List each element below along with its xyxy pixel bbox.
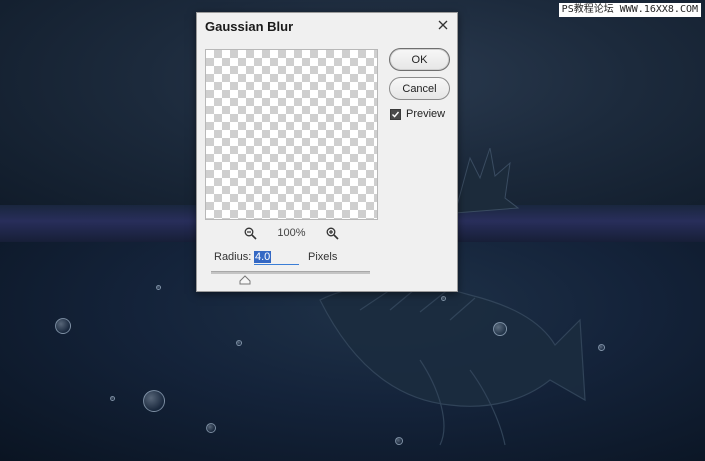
close-icon xyxy=(438,20,448,30)
bubble xyxy=(143,390,165,412)
fin-silhouette xyxy=(454,148,520,214)
radius-label: Radius: xyxy=(214,251,252,263)
slider-thumb-icon[interactable] xyxy=(239,275,251,285)
preview-checkbox[interactable]: Preview xyxy=(390,108,445,120)
bubble xyxy=(236,340,242,346)
preview-label: Preview xyxy=(406,108,446,120)
zoom-in-button[interactable] xyxy=(326,226,340,240)
blur-preview[interactable] xyxy=(205,49,378,220)
radius-value[interactable]: 4.0 xyxy=(254,250,272,263)
bubble xyxy=(55,318,71,334)
radius-field[interactable]: 4.0 xyxy=(254,250,299,265)
bubble xyxy=(156,285,161,290)
bubble xyxy=(206,423,216,433)
bubble xyxy=(493,322,507,336)
zoom-out-button[interactable] xyxy=(243,226,257,240)
zoom-level: 100% xyxy=(277,227,306,239)
gaussian-blur-dialog: Gaussian Blur 100% OK Cancel Preview Rad… xyxy=(196,12,458,292)
units-label: Pixels xyxy=(308,251,338,263)
cancel-button[interactable]: Cancel xyxy=(389,77,450,100)
watermark: PS教程论坛 WWW.16XX8.COM xyxy=(558,3,701,17)
radius-row: Radius: 4.0 Pixels xyxy=(214,249,337,265)
zoom-controls: 100% xyxy=(205,225,378,241)
bubble xyxy=(441,296,446,301)
checkbox-box[interactable] xyxy=(390,108,401,120)
dialog-title: Gaussian Blur xyxy=(205,19,294,34)
radius-slider-track[interactable] xyxy=(211,271,370,274)
zoom-in-icon xyxy=(326,227,339,240)
bubble xyxy=(395,437,403,445)
close-button[interactable] xyxy=(435,17,451,33)
zoom-out-icon xyxy=(244,227,257,240)
bubble xyxy=(598,344,605,351)
bubble xyxy=(110,396,115,401)
ok-button[interactable]: OK xyxy=(389,48,450,71)
check-icon xyxy=(392,111,400,118)
